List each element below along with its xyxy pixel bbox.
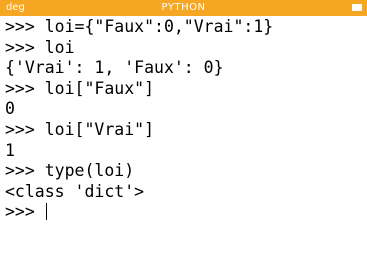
status-bar: deg PYTHON (0, 0, 367, 16)
console-line: >>> loi["Vrai"] (5, 119, 155, 139)
python-console[interactable]: >>> loi={"Faux":0,"Vrai":1} >>> loi {'Vr… (5, 17, 363, 223)
console-output-line: <class 'dict'> (5, 181, 145, 201)
console-output-line: 0 (5, 99, 15, 119)
console-line: >>> type(loi) (5, 161, 135, 181)
console-input-line[interactable]: >>> (5, 202, 363, 223)
calculator-screen: deg PYTHON >>> loi={"Faux":0,"Vrai":1} >… (0, 0, 367, 275)
console-line: >>> loi["Faux"] (5, 78, 155, 98)
console-line: >>> loi (5, 37, 75, 57)
prompt-label: >>> (5, 202, 45, 222)
app-title: PYTHON (161, 2, 206, 13)
console-output-line: 1 (5, 140, 15, 160)
text-cursor (45, 203, 48, 221)
battery-icon (352, 4, 362, 11)
console-line: >>> loi={"Faux":0,"Vrai":1} (5, 17, 274, 36)
console-output-line: {'Vrai': 1, 'Faux': 0} (5, 58, 224, 78)
